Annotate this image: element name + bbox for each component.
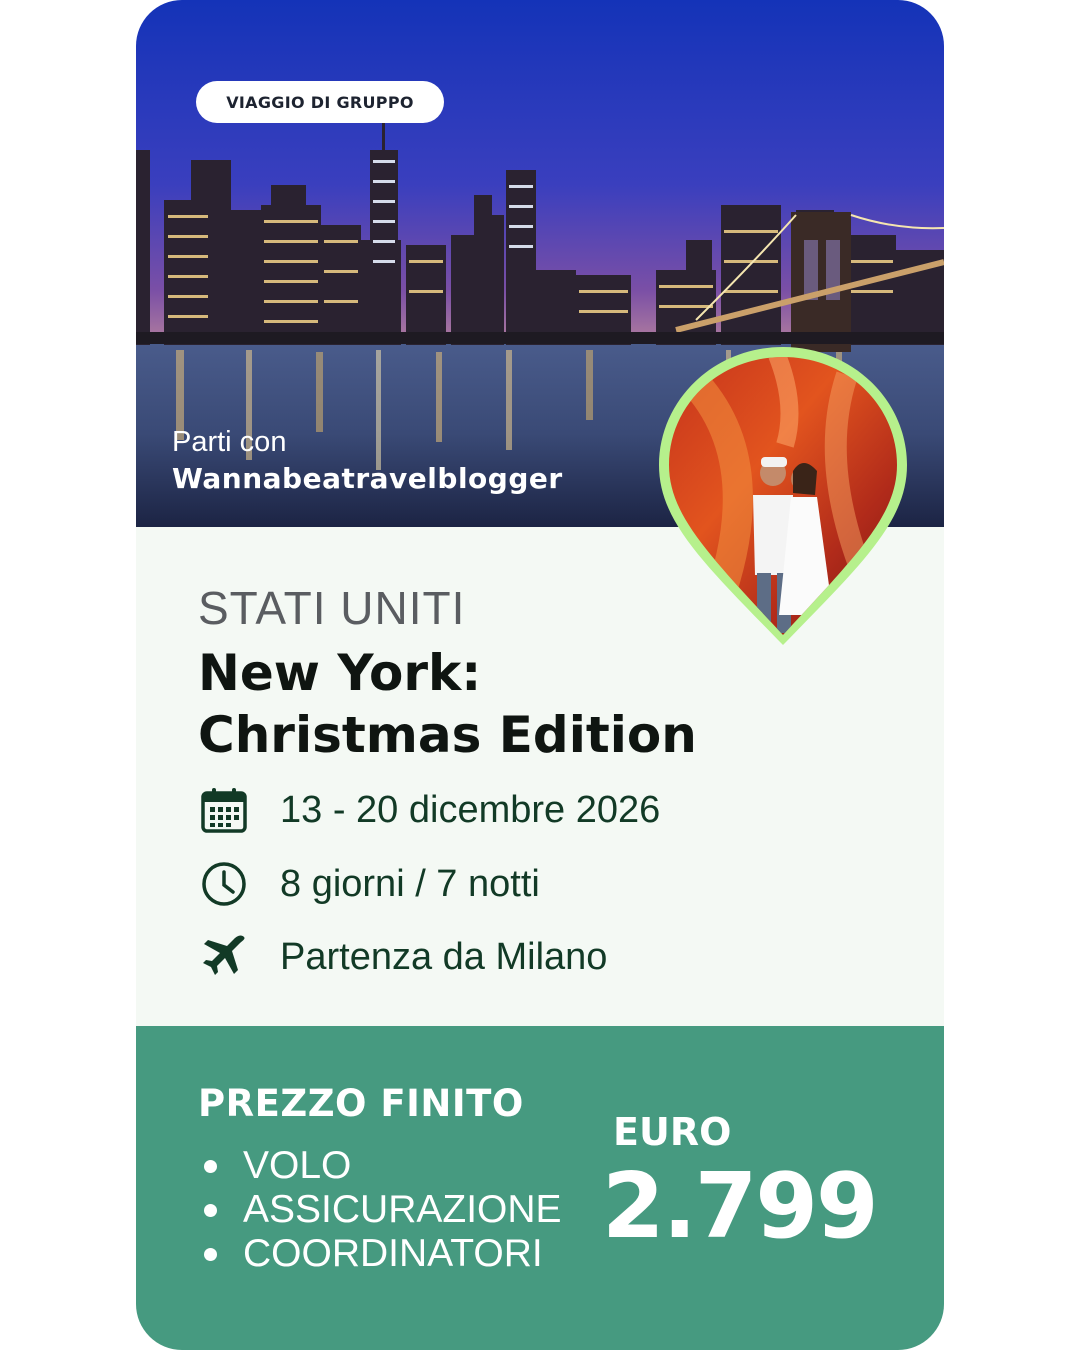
bullet-icon (204, 1159, 217, 1173)
clock-icon (198, 858, 250, 910)
trip-dates-row: 13 - 20 dicembre 2026 (198, 782, 660, 838)
host-name: Wannabeatravelblogger (172, 462, 563, 495)
bullet-icon (204, 1247, 217, 1261)
host-prefix: Parti con (172, 426, 287, 458)
trip-dates: 13 - 20 dicembre 2026 (280, 788, 661, 831)
trip-title: New York: Christmas Edition (198, 642, 697, 766)
trip-duration-row: 8 giorni / 7 notti (198, 856, 540, 912)
included-item-label: ASSICURAZIONE (243, 1188, 562, 1231)
price-amount: 2.799 (602, 1154, 879, 1259)
calendar-icon (198, 784, 250, 836)
price-currency: EURO (613, 1110, 732, 1154)
group-trip-badge: VIAGGIO DI GRUPPO (196, 81, 444, 123)
included-item: ASSICURAZIONE (198, 1188, 562, 1232)
bullet-icon (204, 1203, 217, 1217)
price-panel: PREZZO FINITO VOLO ASSICURAZIONE COORDIN… (136, 1026, 944, 1350)
trip-departure: Partenza da Milano (280, 935, 608, 978)
trip-country: STATI UNITI (198, 582, 466, 634)
included-item-label: COORDINATORI (243, 1232, 543, 1275)
included-list: VOLO ASSICURAZIONE COORDINATORI (198, 1144, 562, 1276)
airplane-icon (198, 931, 250, 983)
trip-departure-row: Partenza da Milano (198, 929, 607, 985)
trip-title-line1: New York: (198, 644, 482, 702)
trip-title-line2: Christmas Edition (198, 706, 697, 764)
included-item: COORDINATORI (198, 1232, 562, 1276)
included-item-label: VOLO (243, 1144, 352, 1187)
price-label: PREZZO FINITO (198, 1082, 524, 1125)
trip-card[interactable]: VIAGGIO DI GRUPPO Parti con Wannabeatrav… (136, 0, 944, 1350)
traveler-photo-pin (657, 345, 909, 645)
trip-duration: 8 giorni / 7 notti (280, 862, 540, 905)
included-item: VOLO (198, 1144, 562, 1188)
